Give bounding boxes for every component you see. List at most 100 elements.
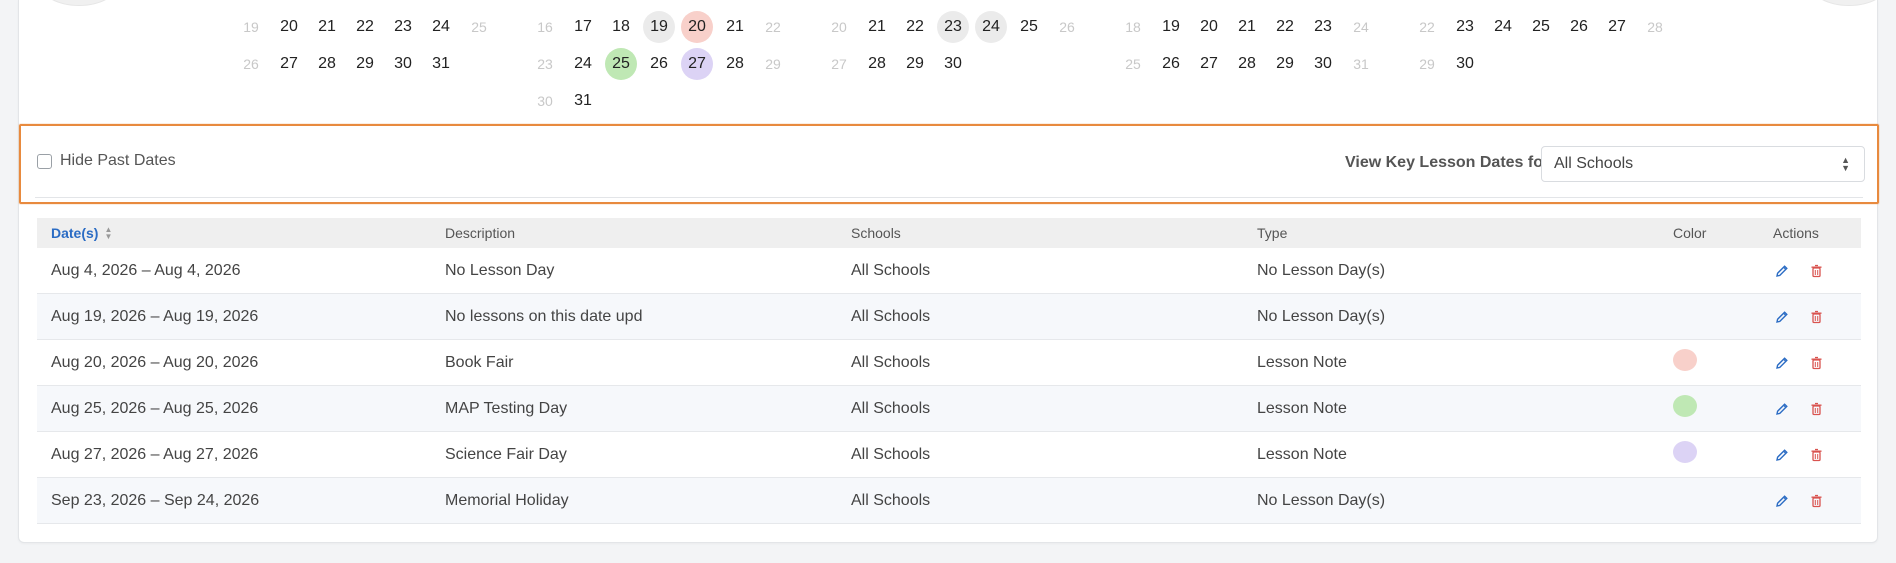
calendar-day[interactable]: 24 (1487, 11, 1519, 43)
cell-schools: All Schools (851, 353, 931, 371)
calendar-day[interactable]: 24 (425, 11, 457, 43)
header-color: Color (1673, 225, 1707, 241)
calendar-day[interactable]: 17 (567, 11, 599, 43)
calendar-day[interactable]: 19 (643, 10, 675, 43)
calendar-day[interactable]: 31 (567, 85, 599, 117)
calendar-day[interactable]: 23 (529, 48, 561, 80)
calendar-day[interactable]: 21 (1231, 11, 1263, 43)
calendar-day[interactable]: 22 (899, 11, 931, 43)
calendar-day[interactable]: 20 (1193, 11, 1225, 43)
calendar-day[interactable]: 24 (567, 48, 599, 80)
calendar-day[interactable]: 18 (1117, 11, 1149, 43)
calendar-day[interactable]: 31 (1345, 48, 1377, 80)
edit-pencil-icon[interactable] (1773, 492, 1791, 510)
edit-pencil-icon[interactable] (1773, 308, 1791, 326)
calendar-day[interactable]: 20 (273, 11, 305, 43)
delete-trash-icon[interactable] (1807, 308, 1825, 326)
calendar-day[interactable]: 27 (823, 48, 855, 80)
table-row: Aug 4, 2026 – Aug 4, 2026 No Lesson Day Al… (37, 248, 1861, 294)
header-actions: Actions (1773, 225, 1819, 241)
next-months-button[interactable] (1809, 0, 1889, 6)
hide-past-dates-label[interactable]: Hide Past Dates (60, 152, 176, 170)
cell-dates: Aug 4, 2026 – Aug 4, 2026 (51, 261, 241, 279)
calendar-day[interactable]: 23 (1307, 11, 1339, 43)
calendar-day[interactable]: 19 (235, 11, 267, 43)
edit-pencil-icon[interactable] (1773, 446, 1791, 464)
calendar-day[interactable]: 20 (823, 11, 855, 43)
calendar-day[interactable]: 25 (1013, 11, 1045, 43)
edit-pencil-icon[interactable] (1773, 400, 1791, 418)
table-row: Aug 25, 2026 – Aug 25, 2026 MAP Testing D… (37, 386, 1861, 432)
delete-trash-icon[interactable] (1807, 400, 1825, 418)
calendar-day[interactable]: 25 (1525, 11, 1557, 43)
header-schools: Schools (851, 225, 901, 241)
edit-pencil-icon[interactable] (1773, 354, 1791, 372)
hide-past-dates-checkbox[interactable] (37, 153, 52, 169)
school-select[interactable]: All Schools ▲ ▼ (1541, 146, 1865, 182)
calendar-day[interactable]: 30 (1449, 48, 1481, 80)
calendar-day[interactable]: 23 (1449, 11, 1481, 43)
calendar-day[interactable]: 27 (1601, 11, 1633, 43)
calendar-day[interactable]: 27 (1193, 48, 1225, 80)
cell-type: Lesson Note (1257, 353, 1347, 371)
calendar-day[interactable]: 21 (861, 11, 893, 43)
calendar-day[interactable]: 16 (529, 11, 561, 43)
calendar-day[interactable]: 28 (861, 48, 893, 80)
delete-trash-icon[interactable] (1807, 446, 1825, 464)
calendar-day[interactable]: 22 (757, 11, 789, 43)
calendar-week: 16 17 18 19 20 21 22 (529, 8, 795, 45)
calendar-day[interactable]: 26 (1051, 11, 1083, 43)
calendar-day[interactable]: 22 (1411, 11, 1443, 43)
calendar-day[interactable]: 26 (1155, 48, 1187, 80)
calendar-day[interactable]: 26 (1563, 11, 1595, 43)
calendar-day[interactable]: 26 (235, 48, 267, 80)
calendar-day[interactable]: 29 (757, 48, 789, 80)
hide-past-dates-toggle[interactable]: Hide Past Dates (37, 152, 176, 170)
calendar-day[interactable]: 30 (387, 48, 419, 80)
cell-type: Lesson Note (1257, 399, 1347, 417)
header-dates-label[interactable]: Date(s) (51, 225, 98, 241)
delete-trash-icon[interactable] (1807, 492, 1825, 510)
previous-months-button[interactable] (39, 0, 119, 6)
cell-dates: Aug 19, 2026 – Aug 19, 2026 (51, 307, 259, 325)
color-swatch (1673, 395, 1697, 417)
calendar-day[interactable]: 21 (719, 11, 751, 43)
calendar-day[interactable]: 30 (1307, 48, 1339, 80)
header-dates-sortable[interactable]: Date(s) ▲ ▼ (37, 225, 445, 241)
calendar-day[interactable]: 31 (425, 48, 457, 80)
calendar-day[interactable]: 29 (1269, 48, 1301, 80)
calendar-day[interactable]: 25 (1117, 48, 1149, 80)
calendar-day[interactable]: 29 (349, 48, 381, 80)
calendar-day[interactable]: 24 (975, 10, 1007, 43)
calendar-day[interactable]: 22 (349, 11, 381, 43)
calendar-day[interactable]: 22 (1269, 11, 1301, 43)
cell-actions (1763, 262, 1861, 280)
calendar-day[interactable]: 29 (899, 48, 931, 80)
delete-trash-icon[interactable] (1807, 262, 1825, 280)
calendar-day[interactable]: 27 (681, 47, 713, 80)
edit-pencil-icon[interactable] (1773, 262, 1791, 280)
calendar-day[interactable]: 30 (937, 48, 969, 80)
calendar-day[interactable]: 30 (529, 85, 561, 117)
cell-actions (1763, 308, 1861, 326)
calendar-day[interactable]: 20 (681, 10, 713, 43)
calendar-day[interactable]: 28 (1639, 11, 1671, 43)
calendar-day[interactable]: 24 (1345, 11, 1377, 43)
calendar-day[interactable]: 28 (311, 48, 343, 80)
calendar-day[interactable]: 23 (387, 11, 419, 43)
calendar-day[interactable]: 25 (463, 11, 495, 43)
calendar-day[interactable]: 19 (1155, 11, 1187, 43)
calendar-day[interactable]: 28 (1231, 48, 1263, 80)
calendar-day[interactable]: 23 (937, 10, 969, 43)
calendar-day[interactable]: 28 (719, 48, 751, 80)
calendar-day[interactable]: 29 (1411, 48, 1443, 80)
calendar-day[interactable]: 25 (605, 47, 637, 80)
calendar-day[interactable]: 26 (643, 48, 675, 80)
calendar-day[interactable]: 18 (605, 11, 637, 43)
calendar-day[interactable]: 27 (273, 48, 305, 80)
sort-icon[interactable]: ▲ ▼ (104, 226, 112, 241)
delete-trash-icon[interactable] (1807, 354, 1825, 372)
calendar-day[interactable]: 21 (311, 11, 343, 43)
calendar-week: 20 21 22 23 24 25 26 (823, 8, 1089, 45)
calendar-week: 23 24 25 26 27 28 29 (529, 45, 795, 82)
